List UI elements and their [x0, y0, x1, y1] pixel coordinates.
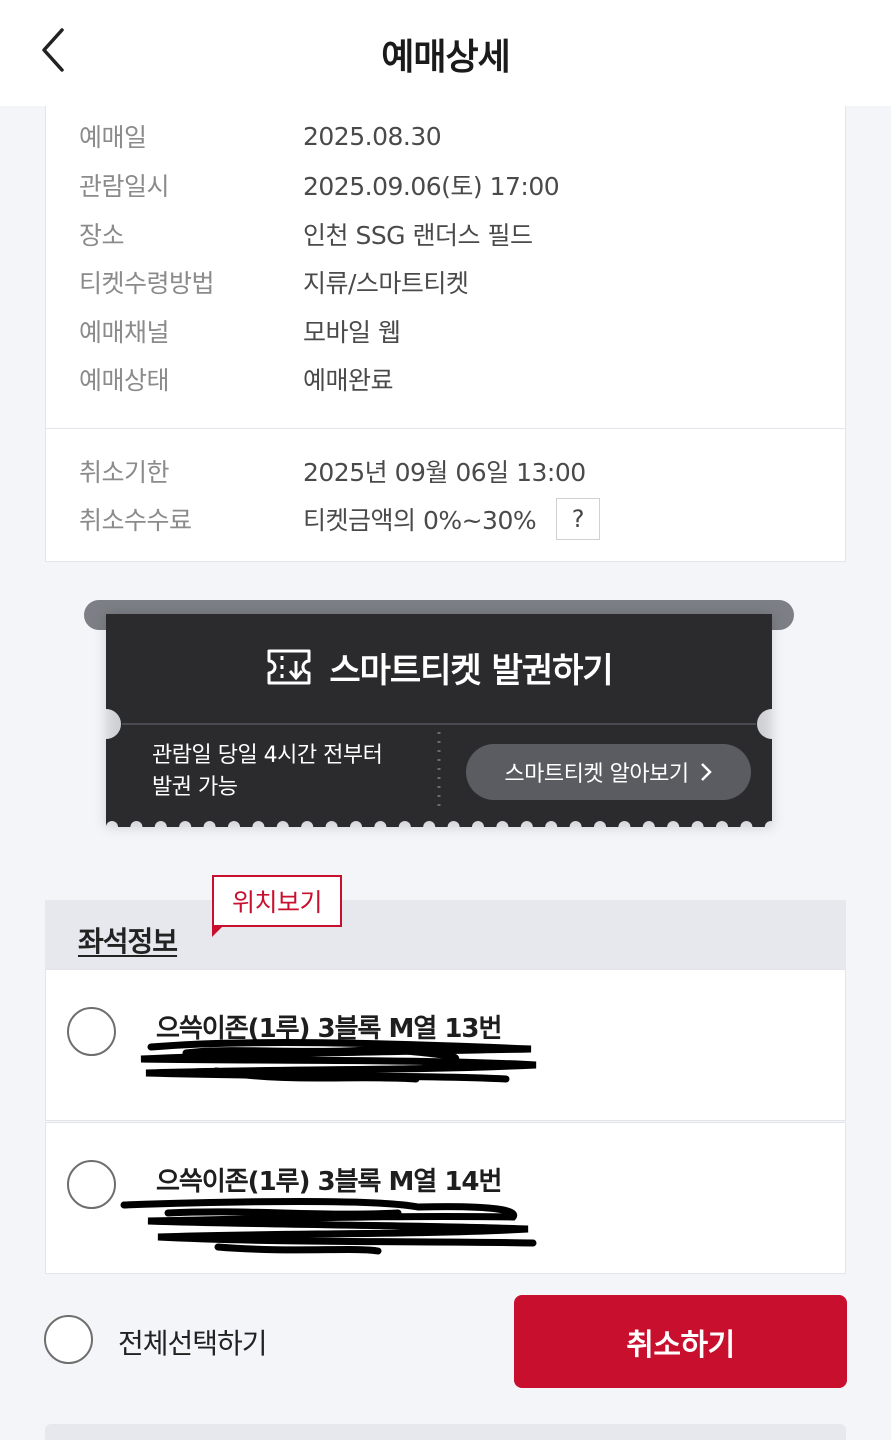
cancel-fee-value: 티켓금액의 0%~30%: [303, 506, 537, 535]
next-section-edge: [45, 1424, 846, 1440]
ticket-download-icon: [267, 649, 311, 685]
info-row-status: 예매상태 예매완료: [79, 359, 394, 399]
fee-help-button[interactable]: ?: [556, 498, 601, 540]
info-row-channel: 예매채널 모바일 웹: [79, 311, 401, 351]
info-row-venue: 장소 인천 SSG 랜더스 필드: [79, 214, 533, 254]
info-value: 예매완료: [303, 366, 394, 395]
info-value: 2025.09.06(토) 17:00: [303, 172, 560, 201]
info-label: 예매일: [79, 123, 147, 152]
info-row-ticket-method: 티켓수령방법 지류/스마트티켓: [79, 262, 469, 302]
info-row-booking-date: 예매일 2025.08.30: [79, 116, 442, 156]
chevron-right-icon: [700, 763, 712, 781]
info-label: 관람일시: [79, 172, 170, 201]
smart-ticket-note: 관람일 당일 4시간 전부터 발권 가능: [152, 743, 383, 800]
cancel-deadline-value: 2025년 09월 06일 13:00: [303, 458, 586, 487]
info-value: 모바일 웹: [303, 318, 401, 347]
smart-ticket-title: 스마트티켓 발권하기: [329, 650, 613, 691]
info-label: 티켓수령방법: [79, 269, 215, 298]
seat-radio[interactable]: [67, 1007, 116, 1056]
info-value: 지류/스마트티켓: [303, 269, 469, 298]
smart-ticket-panel: 스마트티켓 발권하기 관람일 당일 4시간 전부터 발권 가능 스마트티켓 알아…: [84, 600, 794, 830]
select-all-label[interactable]: 전체선택하기: [118, 1322, 268, 1362]
cancel-fee-row: 취소수수료 티켓금액의 0%~30% ?: [79, 498, 601, 540]
info-label: 예매상태: [79, 366, 170, 395]
smart-ticket-info-button[interactable]: 스마트티켓 알아보기: [466, 744, 751, 800]
info-value: 인천 SSG 랜더스 필드: [303, 221, 533, 250]
seat-info-title: 좌석정보: [78, 925, 178, 958]
redacted-scribble: [120, 1198, 537, 1255]
info-label: 장소: [79, 221, 125, 250]
info-value: 2025.08.30: [303, 121, 442, 151]
seat-info-header: 좌석정보: [45, 900, 846, 969]
redacted-scribble: [140, 1039, 537, 1083]
cancel-fee-label: 취소수수료: [79, 506, 192, 535]
cancel-deadline-label: 취소기한: [79, 458, 170, 487]
app-header: 예매상세: [0, 0, 891, 106]
booking-info-card: 예매일 2025.08.30 관람일시 2025.09.06(토) 17:00 …: [45, 106, 846, 429]
seat-row[interactable]: 으쓱이존(1루) 3블록 M열 13번: [45, 969, 846, 1121]
page-title: 예매상세: [381, 37, 510, 78]
view-location-button[interactable]: 위치보기: [212, 875, 342, 927]
issue-smart-ticket-button[interactable]: 스마트티켓 발권하기: [106, 640, 772, 694]
cancel-booking-button[interactable]: 취소하기: [514, 1295, 847, 1388]
info-row-view-datetime: 관람일시 2025.09.06(토) 17:00: [79, 165, 560, 205]
seat-radio[interactable]: [67, 1160, 116, 1209]
smart-ticket-info-label: 스마트티켓 알아보기: [504, 762, 689, 787]
seat-row[interactable]: 으쓱이존(1루) 3블록 M열 14번: [45, 1122, 846, 1274]
info-label: 예매채널: [79, 318, 170, 347]
seat-label: 으쓱이존(1루) 3블록 M열 14번: [156, 1167, 502, 1197]
cancel-deadline-row: 취소기한 2025년 09월 06일 13:00: [79, 451, 586, 491]
cancel-info-card: 취소기한 2025년 09월 06일 13:00 취소수수료 티켓금액의 0%~…: [45, 428, 846, 562]
select-all-radio[interactable]: [44, 1315, 93, 1364]
